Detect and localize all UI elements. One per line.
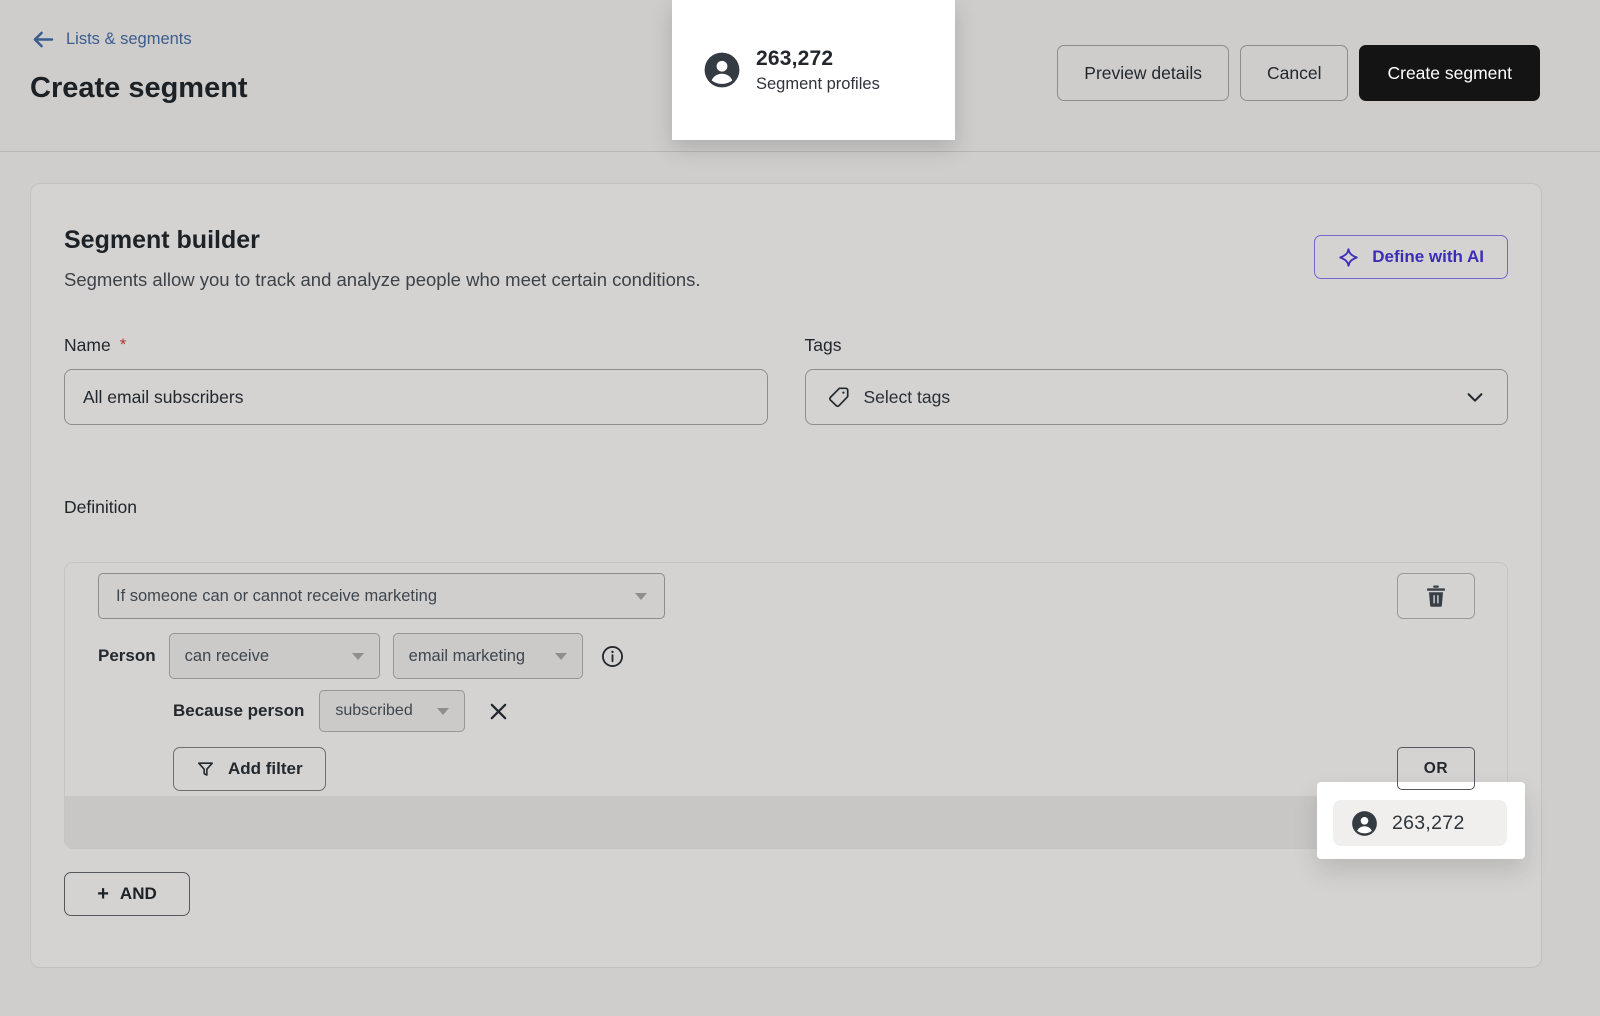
person-label: Person <box>98 646 156 666</box>
remove-reason-button[interactable] <box>487 700 510 723</box>
name-label: Name * <box>64 335 768 356</box>
tags-field-group: Tags Select tags <box>805 335 1509 425</box>
condition-row: If someone can or cannot receive marketi… <box>65 563 1507 619</box>
count-highlight-overlay: 263,272 <box>1317 782 1525 859</box>
create-segment-button[interactable]: Create segment <box>1359 45 1540 101</box>
define-with-ai-button[interactable]: Define with AI <box>1314 235 1508 279</box>
preview-details-button[interactable]: Preview details <box>1057 45 1229 101</box>
caret-down-icon <box>352 653 364 660</box>
caret-down-icon <box>635 593 647 600</box>
stat-text: 263,272 Segment profiles <box>756 47 880 94</box>
cancel-button[interactable]: Cancel <box>1240 45 1348 101</box>
reason-select[interactable]: subscribed <box>319 690 465 732</box>
segment-profiles-stat-card: 263,272 Segment profiles <box>672 0 955 140</box>
delete-condition-button[interactable] <box>1397 573 1475 619</box>
condition-select-value: If someone can or cannot receive marketi… <box>116 587 437 606</box>
trash-icon <box>1426 585 1446 607</box>
consent-verb-value: can receive <box>185 647 269 666</box>
builder-title: Segment builder <box>64 226 701 255</box>
chevron-down-icon <box>1464 386 1486 408</box>
channel-select[interactable]: email marketing <box>393 633 583 679</box>
channel-value: email marketing <box>409 647 525 666</box>
person-circle-icon <box>1351 810 1378 837</box>
required-asterisk: * <box>120 335 127 356</box>
tag-icon <box>827 385 851 409</box>
arrow-left-icon <box>32 30 55 49</box>
header-actions: Preview details Cancel Create segment <box>1057 45 1540 101</box>
builder-heading-block: Segment builder Segments allow you to tr… <box>64 226 701 291</box>
segment-profiles-label: Segment profiles <box>756 75 880 94</box>
or-button[interactable]: OR <box>1397 747 1475 790</box>
tags-label: Tags <box>805 335 1509 356</box>
condition-select[interactable]: If someone can or cannot receive marketi… <box>98 573 665 619</box>
fields-row: Name * Tags Select tags <box>64 335 1508 425</box>
funnel-icon <box>196 760 215 779</box>
add-filter-button[interactable]: Add filter <box>173 747 326 791</box>
plus-icon: + <box>97 884 109 904</box>
name-label-text: Name <box>64 335 111 356</box>
segment-profiles-count: 263,272 <box>756 47 880 71</box>
builder-subtitle: Segments allow you to track and analyze … <box>64 269 701 291</box>
caret-down-icon <box>437 708 449 715</box>
tags-select[interactable]: Select tags <box>805 369 1509 425</box>
builder-header: Segment builder Segments allow you to tr… <box>64 226 1508 291</box>
x-icon <box>487 700 510 723</box>
segment-count-strip: 263,272 <box>1333 800 1507 846</box>
because-person-label: Because person <box>173 701 304 721</box>
page-title: Create segment <box>30 72 248 105</box>
and-button-label: AND <box>120 884 157 904</box>
definition-footer-bar <box>65 796 1507 848</box>
reason-value: subscribed <box>335 702 412 720</box>
sparkle-icon <box>1338 247 1359 268</box>
back-link-label: Lists & segments <box>66 30 192 49</box>
definition-panel: If someone can or cannot receive marketi… <box>64 562 1508 849</box>
add-filter-label: Add filter <box>228 759 303 779</box>
caret-down-icon <box>555 653 567 660</box>
person-circle-icon <box>703 51 741 89</box>
info-icon[interactable] <box>601 645 624 668</box>
consent-verb-select[interactable]: can receive <box>169 633 380 679</box>
filter-row: Add filter OR <box>65 732 1507 791</box>
add-and-condition-button[interactable]: + AND <box>64 872 190 916</box>
segment-name-input[interactable] <box>64 369 768 425</box>
back-link[interactable]: Lists & segments <box>32 30 192 49</box>
definition-profile-count: 263,272 <box>1392 812 1465 835</box>
because-person-row: Because person subscribed <box>65 679 1507 732</box>
name-field-group: Name * <box>64 335 768 425</box>
definition-label: Definition <box>64 497 1508 518</box>
segment-builder-card: Segment builder Segments allow you to tr… <box>30 183 1542 968</box>
define-with-ai-label: Define with AI <box>1372 247 1484 267</box>
page-header: Lists & segments Create segment 263,272 … <box>0 0 1600 152</box>
tags-select-placeholder: Select tags <box>864 387 951 408</box>
person-condition-row: Person can receive email marketing <box>65 619 1507 679</box>
